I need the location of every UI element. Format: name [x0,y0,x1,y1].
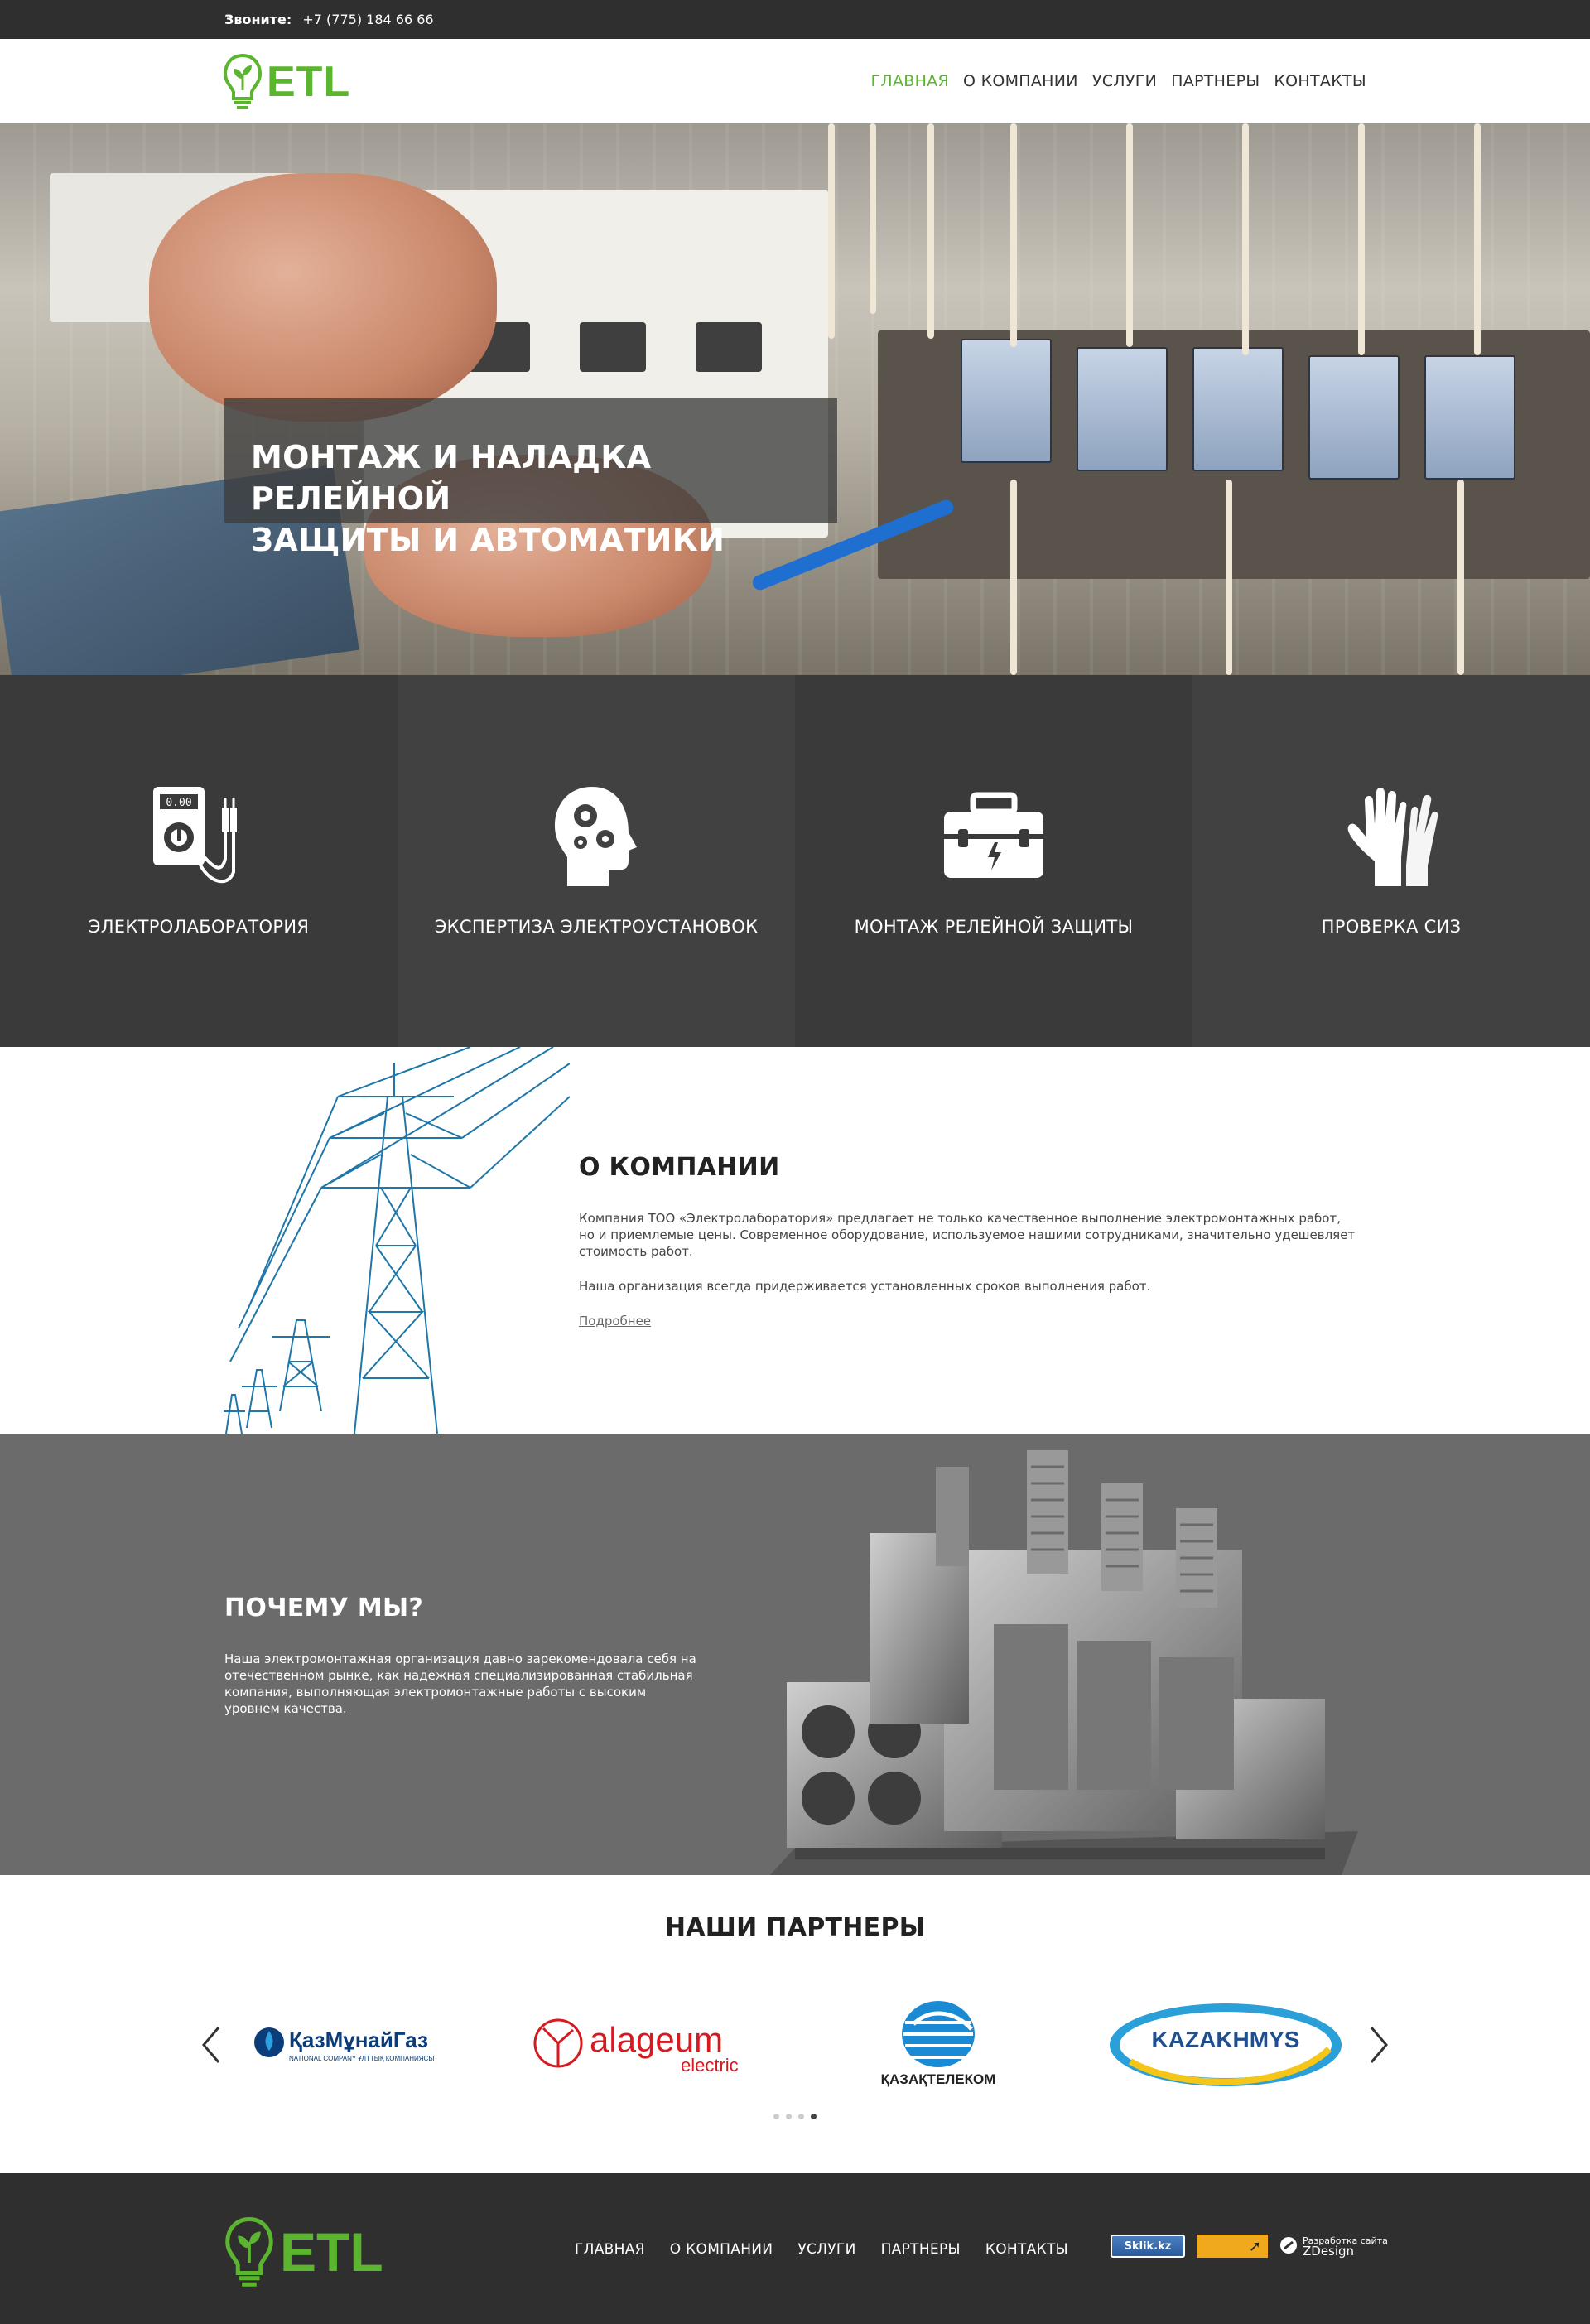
about-title: О КОМПАНИИ [579,1153,780,1182]
about-more-link[interactable]: Подробнее [579,1314,651,1328]
partner-logo-kazakhtelecom[interactable]: ҚАЗАҚТЕЛЕКОМ [814,1999,1062,2090]
sklik-badge[interactable]: Sklik.kz [1111,2235,1185,2258]
wire [1474,123,1481,355]
hero-banner: МОНТАЖ И НАЛАДКА РЕЛЕЙНОЙ ЗАЩИТЫ И АВТОМ… [0,123,1590,675]
carousel-prev-arrow-icon[interactable] [199,2024,224,2066]
partners-carousel: ҚазМұнайГаз NATIONAL COMPANY ҰЛТТЫҚ КОМП… [240,1999,1350,2090]
carousel-dots [0,2114,1590,2119]
partner-logo-alageum[interactable]: alageum electric [528,1999,776,2090]
wire [1358,123,1365,355]
relay-1 [961,339,1052,463]
nav-contacts[interactable]: КОНТАКТЫ [1274,72,1366,90]
wire [1126,123,1133,347]
multimeter-icon: 0.00 [145,783,253,890]
nav-services[interactable]: УСЛУГИ [1092,72,1157,90]
service-label: МОНТАЖ РЕЛЕЙНОЙ ЗАЩИТЫ [854,917,1134,937]
footer-logo-text: ETL [280,2221,383,2283]
arrow-up-right-icon: ➚ [1248,2237,1261,2255]
nav-about[interactable]: О КОМПАНИИ [963,72,1078,90]
top-bar: Звоните: +7 (775) 184 66 66 [0,0,1590,39]
phone-number[interactable]: +7 (775) 184 66 66 [302,12,433,27]
nav-partners[interactable]: ПАРТНЕРЫ [1171,72,1260,90]
relay-5 [1424,355,1515,480]
footer-nav-about[interactable]: О КОМПАНИИ [670,2241,773,2258]
site-header: ETL ГЛАВНАЯ О КОМПАНИИ УСЛУГИ ПАРТНЕРЫ К… [0,39,1590,123]
hero-title-line1: МОНТАЖ И НАЛАДКА РЕЛЕЙНОЙ [251,439,652,517]
display-2 [580,322,646,372]
carousel-dot[interactable] [798,2114,804,2119]
wire [870,123,876,314]
about-paragraph-2: Наша организация всегда придерживается у… [579,1279,1151,1294]
phone-info: Звоните: +7 (775) 184 66 66 [224,12,434,27]
service-label: ПРОВЕРКА СИЗ [1321,917,1462,937]
wire [1458,480,1464,675]
about-section: О КОМПАНИИ Компания ТОО «Электролаборато… [0,1047,1590,1434]
relay-3 [1192,347,1284,471]
service-label: ЭЛЕКТРОЛАБОРАТОРИЯ [88,917,310,937]
site-footer: ETL ГЛАВНАЯ О КОМПАНИИ УСЛУГИ ПАРТНЕРЫ К… [0,2173,1590,2324]
alageum-sub: electric [681,2055,739,2076]
carousel-dot[interactable] [773,2114,779,2119]
wire [1242,123,1249,355]
hero-title: МОНТАЖ И НАЛАДКА РЕЛЕЙНОЙ ЗАЩИТЫ И АВТОМ… [251,436,837,561]
phone-label: Звоните: [224,12,292,27]
partner-logo-kazakhmys[interactable]: KAZAKHMYS [1101,1999,1350,2090]
main-nav: ГЛАВНАЯ О КОМПАНИИ УСЛУГИ ПАРТНЕРЫ КОНТА… [870,72,1366,90]
lightbulb-leaf-icon [222,2213,277,2291]
services-section: 0.00 ЭЛЕКТРОЛАБОРАТОРИЯ ЭКСПЕРТИЗА ЭЛЕКТ… [0,675,1590,1047]
wire [1010,123,1017,347]
why-title: ПОЧЕМУ МЫ? [224,1594,424,1622]
alageum-name: alageum [590,2020,723,2059]
service-card-relay[interactable]: МОНТАЖ РЕЛЕЙНОЙ ЗАЩИТЫ [795,675,1192,1047]
footer-nav: ГЛАВНАЯ О КОМПАНИИ УСЛУГИ ПАРТНЕРЫ КОНТА… [575,2241,1068,2258]
toolbox-icon [940,783,1048,890]
display-3 [696,322,762,372]
kazakhmys-name: KAZAKHMYS [1152,2027,1300,2052]
partners-title: НАШИ ПАРТНЕРЫ [664,1913,926,1942]
wire [828,123,835,339]
zdesign-logo-icon [1279,2236,1298,2257]
service-label: ЭКСПЕРТИЗА ЭЛЕКТРОУСТАНОВОК [434,917,759,937]
footer-nav-partners[interactable]: ПАРТНЕРЫ [881,2241,961,2258]
kmg-name: ҚазМұнайГаз [289,2027,428,2052]
dev-credit-line2: ZDesign [1303,2244,1355,2259]
carousel-next-arrow-icon[interactable] [1366,2024,1391,2066]
footer-logo[interactable]: ETL [222,2213,383,2291]
hero-caption: МОНТАЖ И НАЛАДКА РЕЛЕЙНОЙ ЗАЩИТЫ И АВТОМ… [224,398,837,558]
logo-text: ETL [267,58,351,106]
why-text: Наша электромонтажная организация давно … [224,1651,696,1716]
gloves-icon [1337,783,1445,890]
lightbulb-leaf-icon [222,51,263,113]
transformer-illustration [745,1434,1375,1875]
service-card-expertise[interactable]: ЭКСПЕРТИЗА ЭЛЕКТРОУСТАНОВОК [398,675,795,1047]
service-card-siz[interactable]: ПРОВЕРКА СИЗ [1192,675,1590,1047]
footer-nav-contacts[interactable]: КОНТАКТЫ [985,2241,1068,2258]
wire [1010,480,1017,675]
footer-badges: Sklik.kz ➚ Разработка сайта ZDesign [1111,2235,1388,2258]
footer-nav-home[interactable]: ГЛАВНАЯ [575,2241,645,2258]
carousel-dot-active[interactable] [811,2114,817,2119]
service-card-lab[interactable]: 0.00 ЭЛЕКТРОЛАБОРАТОРИЯ [0,675,398,1047]
relay-4 [1308,355,1400,480]
power-towers-illustration [222,1047,571,1434]
kmg-sub: NATIONAL COMPANY ҰЛТТЫҚ КОМПАНИЯСЫ [289,2055,434,2062]
wire [1226,480,1232,675]
footer-nav-services[interactable]: УСЛУГИ [797,2241,855,2258]
head-gears-icon [542,783,650,890]
partner-logo-kmg[interactable]: ҚазМұнайГаз NATIONAL COMPANY ҰЛТТЫҚ КОМП… [240,1999,489,2090]
about-paragraph-1: Компания ТОО «Электролаборатория» предла… [579,1211,1356,1259]
wire [928,123,934,339]
hand-upper [149,173,497,422]
carousel-dot[interactable] [786,2114,792,2119]
site-logo[interactable]: ETL [222,51,350,113]
svg-text:0.00: 0.00 [166,797,191,809]
why-us-section: ПОЧЕМУ МЫ? Наша электромонтажная организ… [0,1434,1590,1875]
counter-badge[interactable]: ➚ [1197,2235,1268,2258]
relay-2 [1077,347,1168,471]
kazakhtelecom-name: ҚАЗАҚТЕЛЕКОМ [881,2071,996,2087]
nav-home[interactable]: ГЛАВНАЯ [870,72,949,90]
hero-title-line2: ЗАЩИТЫ И АВТОМАТИКИ [251,522,725,558]
developer-credit[interactable]: Разработка сайта ZDesign [1279,2235,1388,2259]
partners-section: НАШИ ПАРТНЕРЫ ҚазМұнайГаз NATIONAL COMPA… [0,1875,1590,2173]
